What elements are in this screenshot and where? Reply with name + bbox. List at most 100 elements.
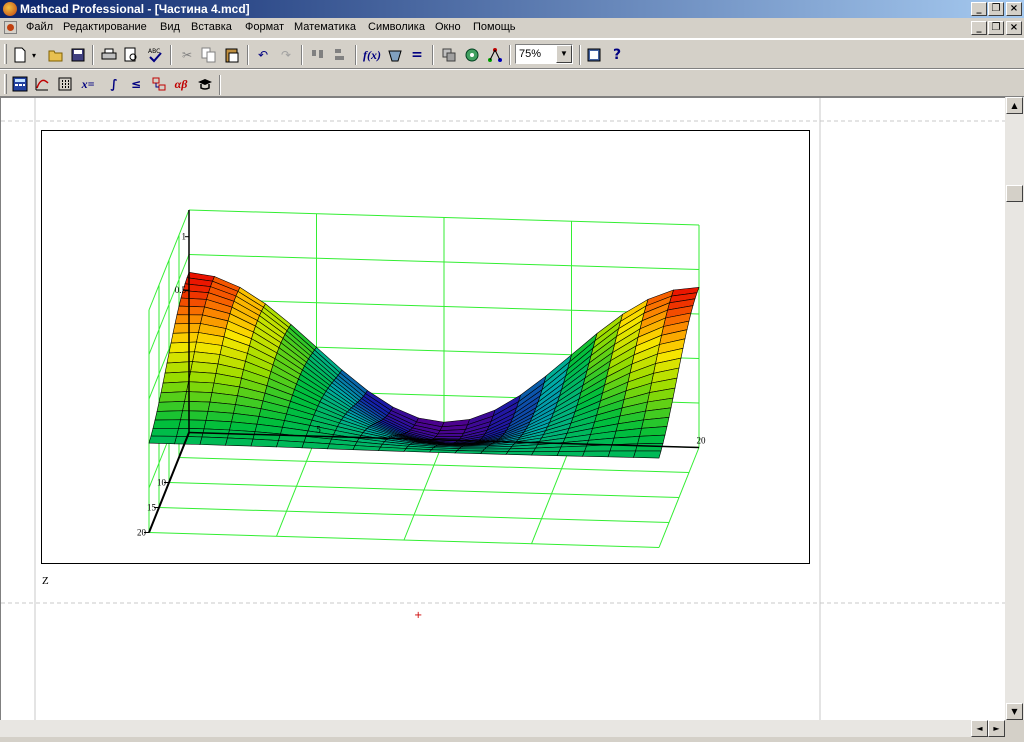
open-folder-icon[interactable] (46, 45, 66, 65)
menu-help[interactable]: Помощь (473, 21, 516, 33)
calculate-icon[interactable]: = (407, 45, 427, 65)
matrix-toolbar-icon[interactable] (55, 74, 75, 94)
surface-patch (174, 435, 203, 445)
surface-patch (607, 450, 636, 458)
menu-edit[interactable]: Редактирование (63, 21, 147, 33)
resource-center-icon[interactable] (462, 45, 482, 65)
scroll-left-button[interactable]: ◄ (971, 720, 988, 737)
surface-patch (178, 297, 207, 308)
evaluation-toolbar-icon[interactable]: x= (78, 74, 98, 94)
vertical-scrollbar[interactable]: ▲ ▼ (1005, 97, 1024, 720)
undo-icon[interactable]: ↶ (253, 45, 273, 65)
cut-icon[interactable]: ✂ (177, 45, 197, 65)
title-bar: Mathcad Professional - [Частина 4.mcd] _… (0, 0, 1024, 18)
insert-unit-icon[interactable] (385, 45, 405, 65)
surface-patch (160, 381, 189, 394)
menu-file[interactable]: Файл (26, 21, 53, 33)
surface-patch (180, 410, 209, 421)
surface-patch (188, 371, 217, 384)
print-icon[interactable] (99, 45, 119, 65)
x-tick-label: 5 (316, 424, 321, 434)
surface-patch (166, 351, 195, 364)
copy-icon[interactable] (199, 45, 219, 65)
doc-restore-button[interactable]: ❐ (988, 21, 1004, 35)
menu-view[interactable]: Вид (160, 21, 180, 33)
surface-patch (479, 450, 509, 455)
redo-icon[interactable]: ↷ (276, 45, 296, 65)
surface-patch (507, 447, 537, 452)
calculator-toolbar-icon[interactable] (10, 74, 30, 94)
dropdown-arrow-icon[interactable]: ▾ (29, 45, 39, 65)
doc-close-button[interactable]: × (1006, 21, 1022, 35)
align-vertical-icon[interactable] (330, 45, 350, 65)
restore-button[interactable]: ❐ (988, 2, 1004, 16)
surface-patch (178, 419, 207, 430)
surface-patch (203, 419, 232, 431)
calculus-toolbar-icon[interactable]: ∫ (104, 74, 124, 94)
doc-minimize-button[interactable]: _ (971, 21, 987, 35)
menu-math[interactable]: Математика (294, 21, 356, 33)
toolbar-separator (92, 45, 94, 65)
grid-line (168, 482, 680, 498)
surface-patch (584, 444, 613, 452)
surface-patch (154, 410, 183, 421)
zoom-dropdown-arrow-icon[interactable]: ▼ (556, 45, 572, 63)
surface-patch (637, 434, 666, 445)
z-tick-label: 0.5 (175, 285, 187, 295)
document-icon[interactable] (4, 21, 17, 34)
boolean-toolbar-icon[interactable]: ≤ (126, 74, 146, 94)
book-icon[interactable] (584, 45, 604, 65)
print-preview-icon[interactable] (121, 45, 141, 65)
toolbar-grip[interactable] (4, 44, 7, 64)
toolbar-separator (247, 45, 249, 65)
align-horizontal-icon[interactable] (308, 45, 328, 65)
menu-window[interactable]: Окно (435, 21, 461, 33)
surface-patch (639, 426, 668, 437)
surface-plot-frame[interactable]: 1 0.5 10 15 20 5 20 (41, 130, 810, 564)
save-icon[interactable] (68, 45, 88, 65)
surface-patch (190, 361, 219, 374)
surface-patch (162, 371, 191, 384)
scroll-down-button[interactable]: ▼ (1006, 703, 1023, 720)
horizontal-scrollbar[interactable]: ◄ ► (0, 720, 1024, 742)
graph-toolbar-icon[interactable] (32, 74, 52, 94)
toolbar-separator (301, 45, 303, 65)
toolbar-grip[interactable] (4, 74, 7, 94)
app-icon[interactable] (3, 2, 17, 16)
menu-symbolics[interactable]: Символика (368, 21, 425, 33)
insert-component-icon[interactable] (439, 45, 459, 65)
surface-patch (635, 442, 664, 452)
help-icon[interactable]: ? (607, 45, 627, 65)
surface-plot-label[interactable]: Z (42, 575, 49, 587)
minimize-button[interactable]: _ (971, 2, 987, 16)
symbolic-toolbar-icon[interactable] (195, 74, 215, 94)
insert-hyperlink-icon[interactable] (485, 45, 505, 65)
surface-patch (556, 450, 585, 457)
scroll-up-button[interactable]: ▲ (1006, 97, 1023, 114)
toolbar-separator (355, 45, 357, 65)
surface-patch (148, 435, 177, 445)
surface-patch (250, 438, 279, 448)
surface-patch (182, 400, 211, 412)
scroll-right-button[interactable]: ► (988, 720, 1005, 737)
zoom-dropdown[interactable]: 75% ▼ (515, 44, 573, 64)
surface-patch (158, 391, 187, 403)
programming-toolbar-icon[interactable] (149, 74, 169, 94)
menu-format[interactable]: Формат (245, 21, 284, 33)
vertical-scroll-thumb[interactable] (1006, 185, 1023, 202)
insert-function-icon[interactable]: f(x) (362, 45, 382, 65)
new-doc-icon[interactable] (10, 45, 30, 65)
math-toolbar: x= ∫ ≤ αβ (0, 69, 1024, 97)
menu-insert[interactable]: Вставка (191, 21, 232, 33)
close-button[interactable]: × (1006, 2, 1022, 16)
paste-icon[interactable] (222, 45, 242, 65)
surface-patch (435, 432, 465, 437)
surface-patch (172, 323, 201, 334)
greek-toolbar-icon[interactable]: αβ (171, 74, 191, 94)
spellcheck-icon[interactable]: ABC (145, 45, 165, 65)
horizontal-scroll-track[interactable] (0, 720, 1005, 737)
x-tick-label: 20 (697, 436, 707, 446)
grid-line (148, 532, 660, 548)
insertion-crosshair-icon: + (414, 610, 423, 621)
surface-plot: 10.5101520520 (137, 209, 707, 548)
